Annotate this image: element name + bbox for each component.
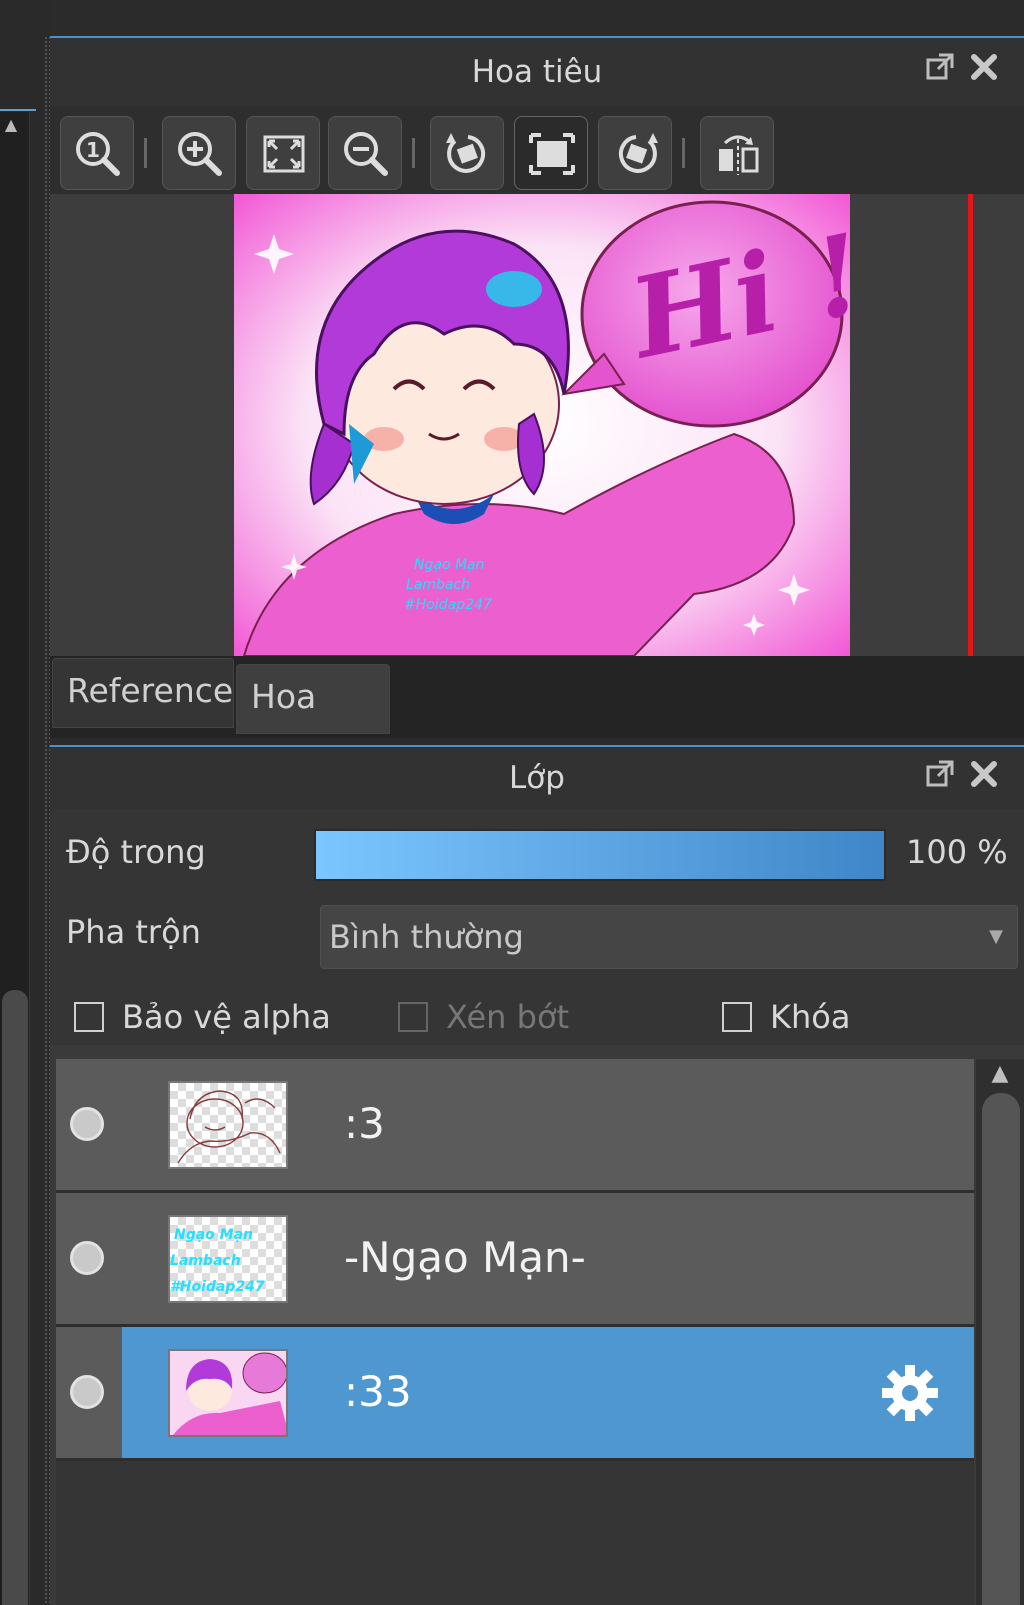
checkbox-box[interactable] — [398, 1002, 428, 1032]
layers-scrollbar[interactable]: ▲ — [976, 1059, 1024, 1605]
layers-list: :3 Ngạo Mạn Lambach #Hoidap247 -Ngạo Mạn… — [56, 1059, 974, 1605]
rotate-left-button[interactable] — [430, 116, 504, 190]
app-root: ▲ Hoa tiêu 1 Hi ! Ngạo Mạn Lambach #Hoid… — [0, 0, 1024, 1605]
zoom-in-button[interactable] — [162, 116, 236, 190]
tab-reference[interactable]: Reference — [52, 658, 234, 728]
checkbox-box[interactable] — [722, 1002, 752, 1032]
svg-text:Lambach: Lambach — [170, 1253, 241, 1269]
toolbar-separator — [412, 138, 415, 168]
visibility-toggle-icon[interactable] — [70, 1107, 104, 1141]
layer-name[interactable]: :33 — [344, 1367, 412, 1416]
navigator-panel-title: Hoa tiêu — [50, 38, 1024, 106]
opacity-value: 100 % — [906, 833, 1008, 871]
rotate-right-button[interactable] — [598, 116, 672, 190]
navigator-toolbar: 1 — [50, 106, 1024, 194]
zoom-out-icon — [344, 132, 388, 176]
visibility-toggle-icon[interactable] — [70, 1375, 104, 1409]
layer-row[interactable]: :3 — [56, 1059, 974, 1193]
visibility-toggle-icon[interactable] — [70, 1241, 104, 1275]
rotate-left-icon — [446, 133, 486, 173]
canvas-preview-thumbnail[interactable]: Hi ! Ngạo Mạn Lambach #Hoidap247 — [234, 194, 850, 656]
undock-icon[interactable] — [922, 52, 958, 88]
protect-alpha-checkbox[interactable]: Bảo vệ alpha — [74, 999, 331, 1039]
clipping-label: Xén bớt — [446, 998, 570, 1036]
flip-horizontal-icon — [719, 135, 759, 175]
undock-icon[interactable] — [922, 759, 958, 795]
fit-screen-icon — [263, 135, 305, 173]
chevron-down-icon: ▼ — [989, 926, 1003, 947]
canvas-boundary-marker — [968, 194, 973, 656]
toolbar-separator — [682, 138, 685, 168]
navigator-panel: Hoa tiêu 1 Hi ! Ngạo Mạn Lambach #Hoidap… — [50, 36, 1024, 780]
reset-view-button[interactable] — [514, 116, 588, 190]
navigator-tab-bar: Reference Hoa tiêu — [50, 656, 1024, 780]
checkbox-box[interactable] — [74, 1002, 104, 1032]
reset-view-icon — [529, 133, 575, 175]
svg-text:1: 1 — [86, 138, 100, 162]
layer-row-selected[interactable]: :33 — [56, 1327, 974, 1461]
blend-mode-value: Bình thường — [329, 918, 524, 956]
zoom-actual-size-button[interactable]: 1 — [60, 116, 134, 190]
scrollbar-thumb[interactable] — [982, 1093, 1020, 1605]
scroll-up-icon[interactable]: ▲ — [986, 1059, 1014, 1089]
svg-text:#Hoidap247: #Hoidap247 — [404, 597, 492, 613]
left-scroll-thumb[interactable] — [2, 990, 28, 1605]
close-icon[interactable] — [966, 759, 1002, 795]
layer-name[interactable]: -Ngạo Mạn- — [344, 1233, 586, 1282]
layer-properties: Độ trong 100 % Pha trộn Bình thường ▼ Bả… — [50, 809, 1024, 1045]
layer-row[interactable]: Ngạo Mạn Lambach #Hoidap247 -Ngạo Mạn- — [56, 1193, 974, 1327]
zoom-out-button[interactable] — [328, 116, 402, 190]
protect-alpha-label: Bảo vệ alpha — [122, 998, 331, 1036]
svg-text:Ngạo Mạn: Ngạo Mạn — [174, 1227, 253, 1243]
close-icon[interactable] — [966, 52, 1002, 88]
toolbar-separator — [144, 138, 147, 168]
layer-thumbnail — [168, 1349, 288, 1437]
svg-text:Lambach: Lambach — [406, 577, 470, 593]
left-scroll-up-icon[interactable]: ▲ — [2, 114, 20, 136]
tab-navigator[interactable]: Hoa tiêu — [236, 664, 390, 780]
left-dock-strip: ▲ — [0, 0, 50, 1605]
blend-mode-label: Pha trộn — [66, 913, 201, 951]
opacity-label: Độ trong — [66, 833, 206, 871]
lock-label: Khóa — [770, 998, 851, 1036]
flip-horizontal-button[interactable] — [700, 116, 774, 190]
rotate-right-icon — [618, 133, 658, 173]
layers-panel-title: Lớp — [50, 747, 1024, 809]
opacity-slider[interactable] — [314, 829, 886, 881]
clipping-checkbox[interactable]: Xén bớt — [398, 999, 569, 1039]
zoom-actual-size-icon: 1 — [76, 132, 120, 176]
lock-checkbox[interactable]: Khóa — [722, 999, 850, 1039]
blend-mode-select[interactable]: Bình thường ▼ — [320, 905, 1018, 969]
fit-screen-button[interactable] — [246, 116, 320, 190]
layers-panel: Lớp Độ trong 100 % Pha trộn Bình thường … — [50, 745, 1024, 1605]
navigator-preview-area[interactable]: Hi ! Ngạo Mạn Lambach #Hoidap247 — [50, 194, 1024, 656]
layer-name[interactable]: :3 — [344, 1099, 385, 1148]
layer-thumbnail — [168, 1081, 288, 1169]
svg-text:#Hoidap247: #Hoidap247 — [170, 1279, 265, 1295]
gear-icon[interactable] — [878, 1361, 942, 1425]
svg-text:Ngạo Mạn: Ngạo Mạn — [414, 557, 485, 573]
layer-thumbnail: Ngạo Mạn Lambach #Hoidap247 — [168, 1215, 288, 1303]
left-dock-accent-line — [0, 109, 36, 111]
zoom-in-icon — [178, 132, 222, 176]
